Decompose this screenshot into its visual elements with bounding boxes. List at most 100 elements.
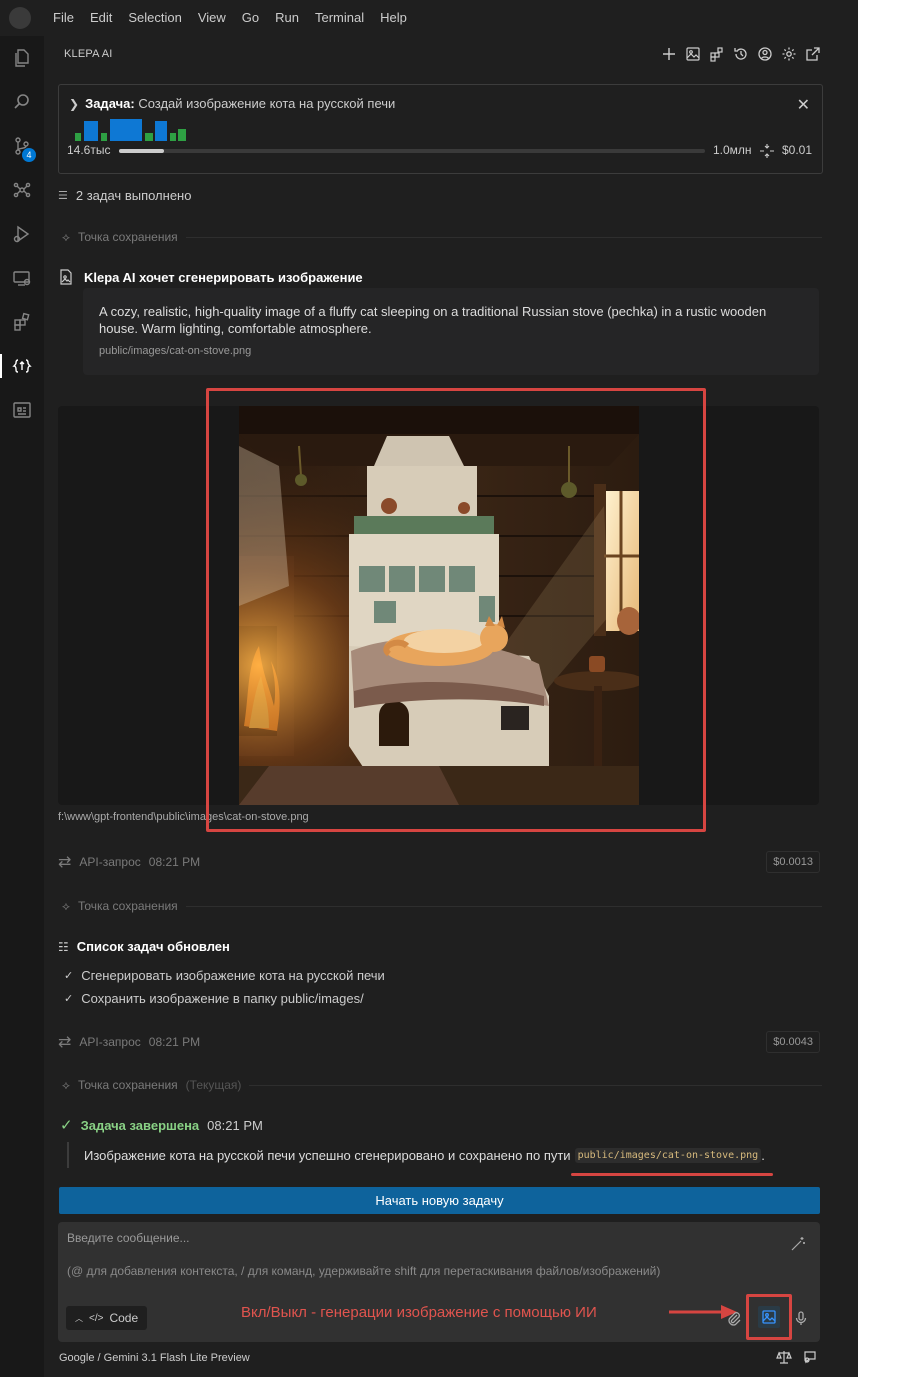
balance-scale-icon[interactable] (776, 1349, 792, 1368)
popout-icon[interactable] (804, 45, 822, 63)
menu-run[interactable]: Run (267, 0, 307, 36)
completion-suffix: . (761, 1147, 765, 1163)
annotation-text: Вкл/Выкл - генерации изображение с помощ… (241, 1304, 597, 1321)
image-generation-toggle[interactable] (746, 1294, 792, 1340)
checkpoint[interactable]: ⟡ Точка сохранения (62, 230, 822, 244)
menu-terminal[interactable]: Terminal (307, 0, 372, 36)
search-icon[interactable] (0, 82, 44, 122)
chevron-up-icon: ︿ (75, 1313, 83, 1323)
model-selector[interactable]: Google / Gemini 3.1 Flash Lite Preview (59, 1352, 250, 1364)
check-icon: ✓ (64, 993, 74, 1005)
image-generation-icon (758, 1306, 780, 1328)
klepa-ai-panel: KLEPA AI ❯ Задача: Создай изображение ко… (44, 36, 858, 1377)
history-icon[interactable] (732, 45, 750, 63)
tokens-used: 14.6тыс (67, 143, 111, 157)
completion-message: Изображение кота на русской печи успешно… (67, 1142, 765, 1168)
menu-go[interactable]: Go (234, 0, 267, 36)
checkpoint-current-tag: (Текущая) (185, 1078, 242, 1092)
checklist-icon: ☰ (58, 190, 68, 202)
marketplace-icon[interactable] (708, 45, 726, 63)
completion-title-row: ✓ Задача завершена 08:21 PM (60, 1116, 263, 1134)
todo-list-title-row: ☷ Список задач обновлен (58, 939, 230, 954)
image-file-icon (60, 269, 72, 285)
api-request-cost: $0.0013 (766, 851, 820, 873)
tokens-max: 1.0млн (713, 143, 752, 157)
mode-label: Code (109, 1311, 139, 1325)
remote-explorer-icon[interactable] (0, 258, 44, 298)
klepa-ai-icon[interactable] (0, 346, 44, 386)
check-icon: ✓ (64, 970, 74, 982)
completion-text: Изображение кота на русской печи успешно… (84, 1147, 571, 1163)
swap-arrows-icon: ⇄ (58, 854, 72, 871)
chat-input[interactable]: Введите сообщение... (@ для добавления к… (58, 1222, 820, 1342)
panel-title: KLEPA AI (64, 48, 113, 60)
compress-icon[interactable] (759, 143, 775, 162)
image-prompt-box: A cozy, realistic, high-quality image of… (83, 288, 819, 375)
footer-actions (776, 1349, 818, 1368)
preview-icon[interactable] (0, 390, 44, 430)
chevron-right-icon[interactable]: ❯ (69, 97, 79, 111)
task-text: Создай изображение кота на русской печи (138, 96, 396, 111)
chat-input-hint: (@ для добавления контекста, / для коман… (67, 1264, 661, 1278)
task-cost: $0.01 (782, 143, 813, 157)
menu-selection[interactable]: Selection (120, 0, 189, 36)
api-request-label: API-запрос (79, 855, 141, 869)
feedback-icon[interactable] (802, 1349, 818, 1368)
task-title-row[interactable]: ❯ Задача: Создай изображение кота на рус… (69, 96, 395, 111)
context-window-row: 14.6тыс 1.0млн $0.01 (67, 143, 813, 159)
checkpoint-current[interactable]: ⟡ Точка сохранения (Текущая) (62, 1078, 822, 1092)
todo-item-text: Сохранить изображение в папку public/ima… (81, 991, 364, 1006)
image-request-title: Klepa AI хочет сгенерировать изображение (84, 269, 363, 285)
tasks-done-row[interactable]: ☰ 2 задач выполнено (58, 188, 191, 203)
menu-edit[interactable]: Edit (82, 0, 120, 36)
plus-icon[interactable] (660, 45, 678, 63)
todo-item-text: Сгенерировать изображение кота на русско… (81, 968, 385, 983)
attach-icon[interactable] (726, 1310, 742, 1329)
activity-bar: 4 (0, 36, 44, 1377)
menu-file[interactable]: File (45, 0, 82, 36)
api-request-row[interactable]: ⇄ API-запрос 08:21 PM $0.0043 (58, 1031, 820, 1053)
mode-selector[interactable]: ︿ </> Code (66, 1306, 148, 1330)
image-prompt-path: public/images/cat-on-stove.png (99, 345, 252, 357)
menu-view[interactable]: View (190, 0, 234, 36)
explorer-icon[interactable] (0, 38, 44, 78)
image-gallery-icon[interactable] (684, 45, 702, 63)
checkpoint-icon: ⟡ (62, 1077, 70, 1092)
api-request-time: 08:21 PM (148, 1035, 201, 1049)
checkpoint-label: Точка сохранения (77, 1078, 178, 1092)
checkpoint[interactable]: ⟡ Точка сохранения (62, 899, 822, 913)
run-debug-icon[interactable] (0, 214, 44, 254)
microphone-icon[interactable] (793, 1310, 809, 1329)
enhance-prompt-icon[interactable] (790, 1236, 806, 1255)
extensions-tree-icon[interactable] (0, 170, 44, 210)
account-icon[interactable] (756, 45, 774, 63)
api-request-row[interactable]: ⇄ API-запрос 08:21 PM $0.0013 (58, 851, 820, 873)
new-task-button[interactable]: Начать новую задачу (59, 1187, 820, 1214)
menu-help[interactable]: Help (372, 0, 415, 36)
source-control-badge: 4 (22, 148, 36, 162)
source-control-icon[interactable]: 4 (0, 126, 44, 166)
context-progress-track (119, 149, 705, 153)
todo-item: ✓ Сохранить изображение в папку public/i… (64, 991, 364, 1006)
api-request-time: 08:21 PM (148, 855, 201, 869)
completion-time: 08:21 PM (207, 1117, 263, 1133)
extensions-icon[interactable] (0, 302, 44, 342)
check-icon: ✓ (60, 1117, 73, 1134)
token-usage-bars (75, 119, 205, 141)
checkpoint-icon: ⟡ (62, 898, 70, 913)
checkpoint-icon: ⟡ (62, 229, 70, 244)
settings-icon[interactable] (780, 45, 798, 63)
menubar: File Edit Selection View Go Run Terminal… (0, 0, 858, 36)
completion-code-path: public/images/cat-on-stove.png (574, 1147, 762, 1163)
image-prompt-text: A cozy, realistic, high-quality image of… (99, 304, 767, 336)
todo-list-title: Список задач обновлен (76, 939, 230, 954)
annotation-highlight-image (206, 388, 706, 832)
code-icon: </> (89, 1312, 104, 1324)
task-label: Задача: (85, 96, 135, 111)
close-icon[interactable]: ✕ (797, 95, 810, 115)
annotation-underline (571, 1173, 773, 1176)
app-logo-icon (9, 7, 31, 29)
checklist-icon: ☷ (58, 939, 69, 954)
swap-arrows-icon: ⇄ (58, 1034, 72, 1051)
api-request-cost: $0.0043 (766, 1031, 820, 1053)
